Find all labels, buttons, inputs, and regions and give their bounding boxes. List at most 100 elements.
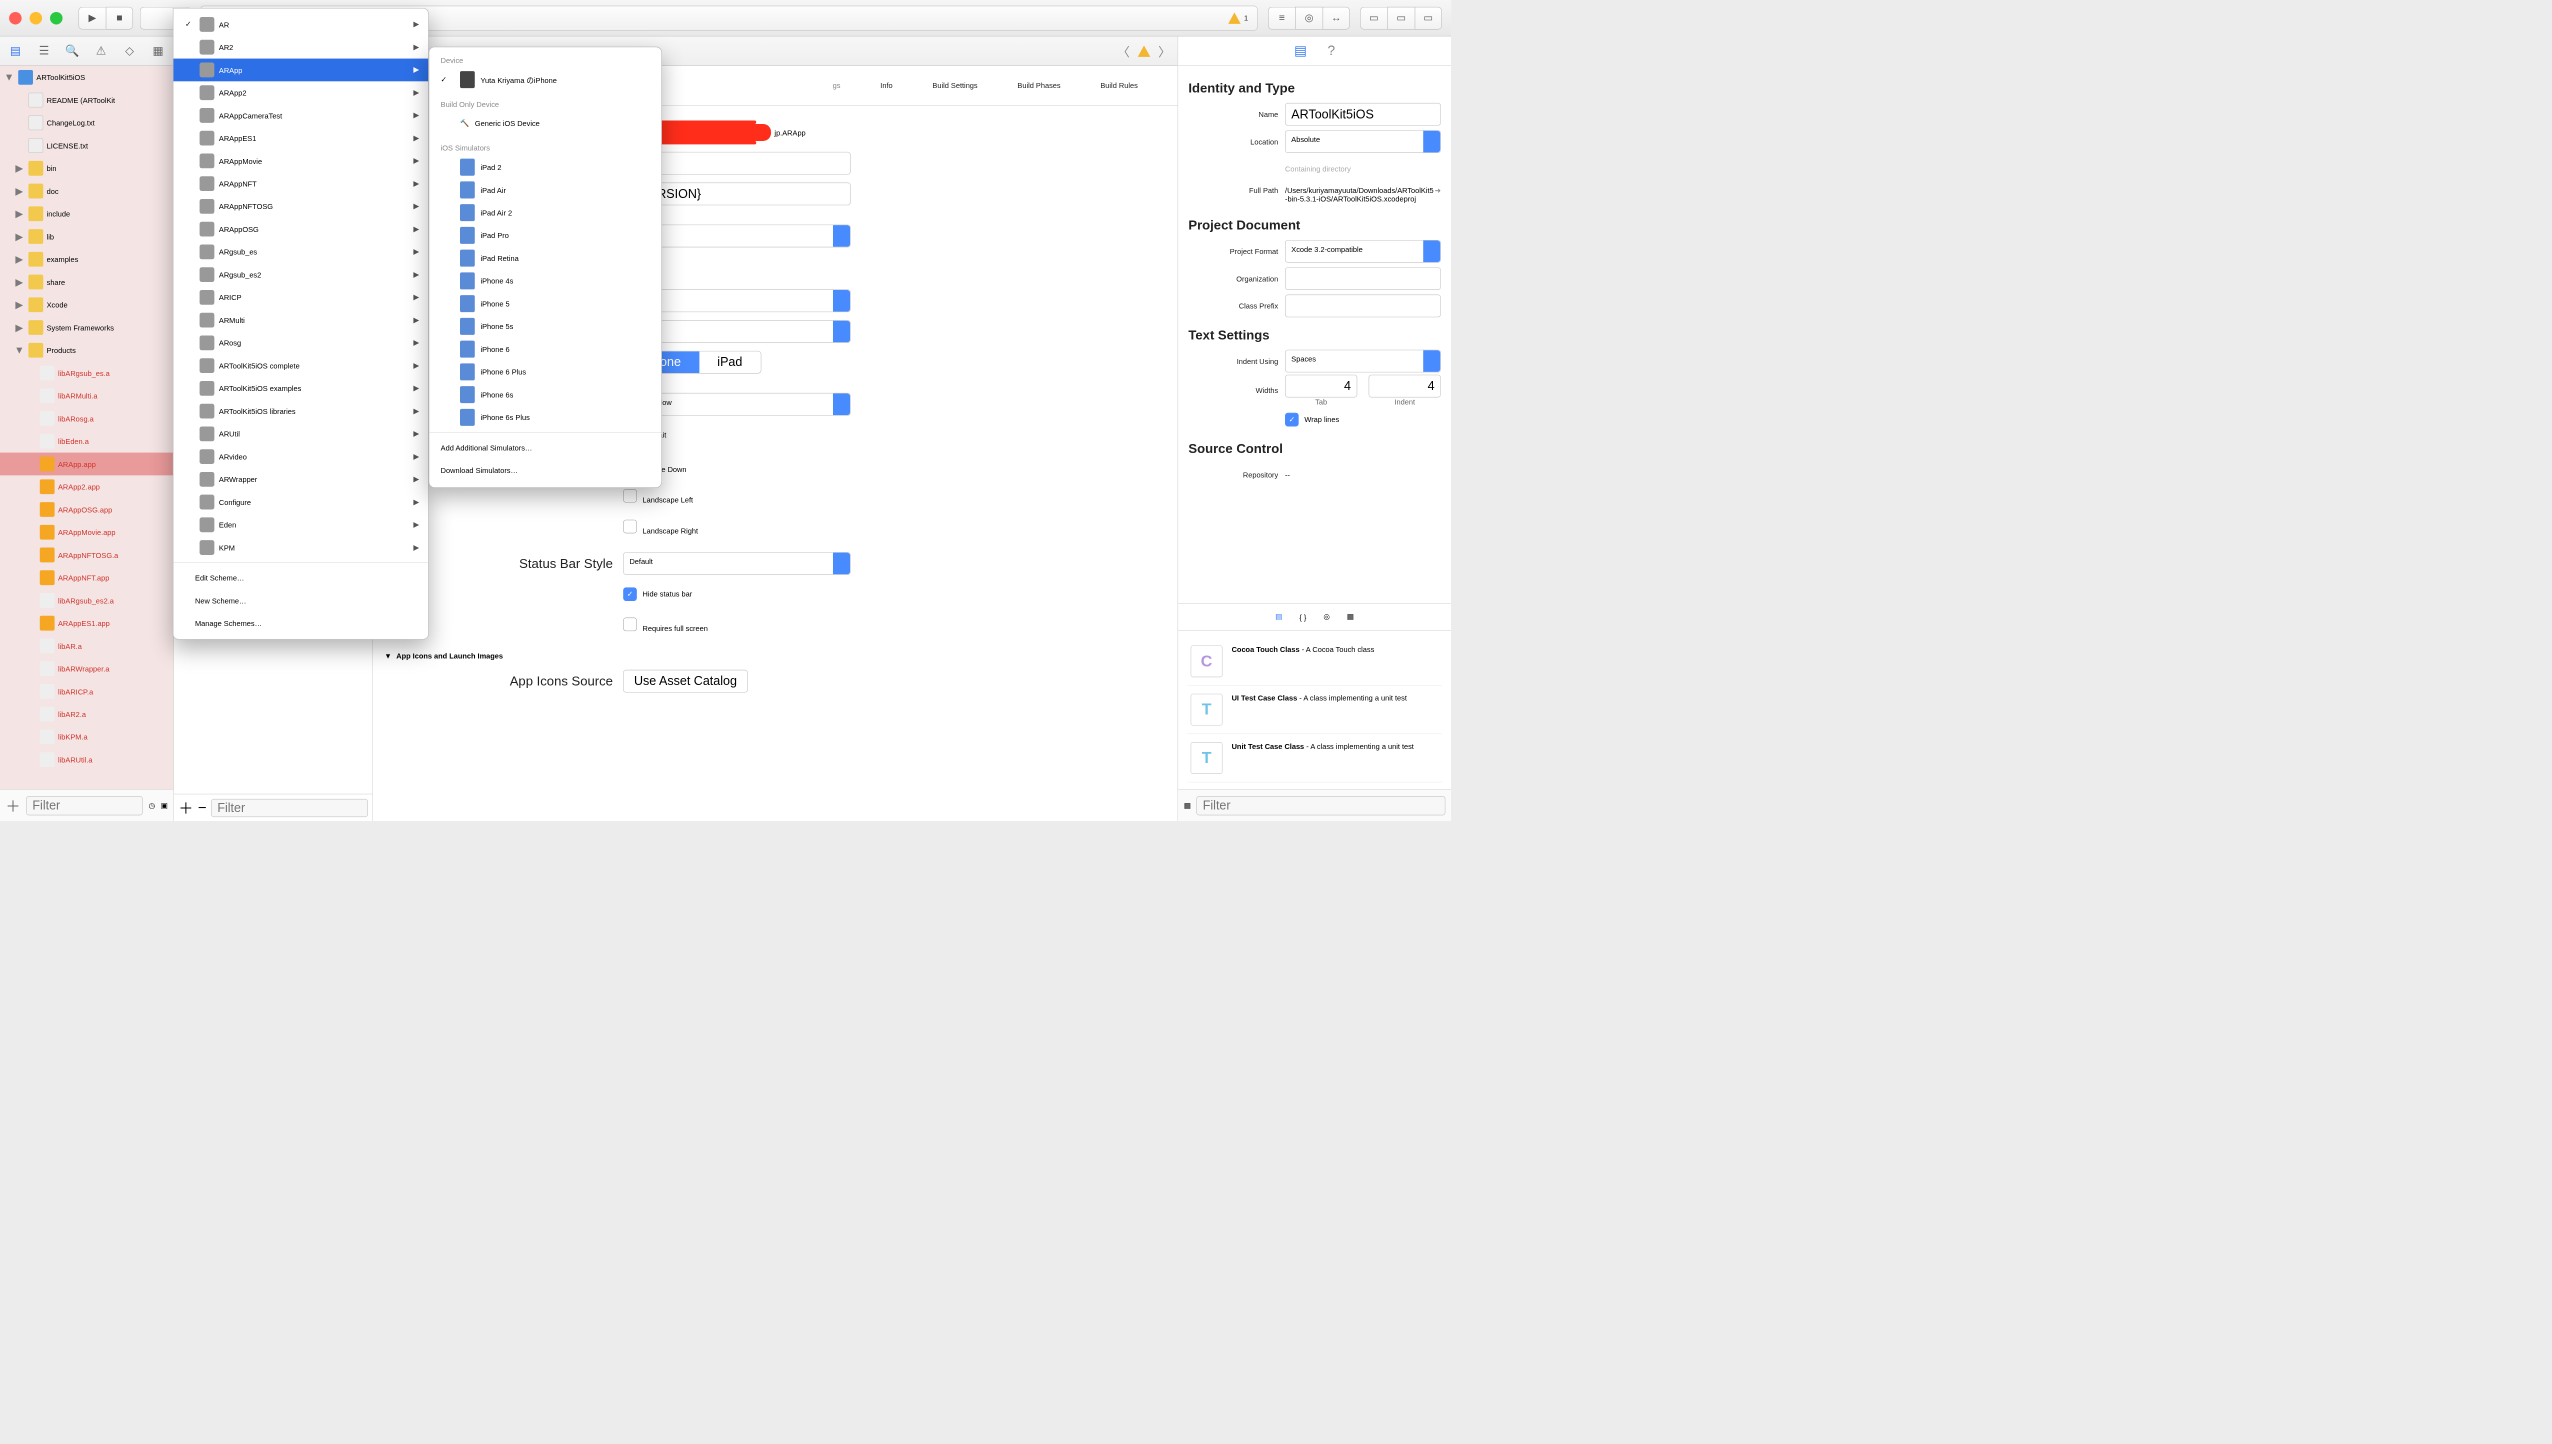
minimize-icon[interactable] <box>30 12 43 25</box>
test-navigator-icon[interactable]: ◇ <box>118 41 142 61</box>
simulator-item[interactable]: iPad 2 <box>429 156 661 179</box>
device-item[interactable]: ✓Yuta Kriyama のiPhone <box>429 68 661 91</box>
product-row[interactable]: ARAppNFTOSG.a <box>0 544 173 567</box>
scheme-item[interactable]: ARICP▶ <box>173 286 428 309</box>
scheme-item[interactable]: ARApp2▶ <box>173 81 428 104</box>
scheme-item[interactable]: AR2▶ <box>173 36 428 59</box>
warning-badge[interactable]: 1 <box>1228 12 1248 23</box>
clock-icon[interactable]: ◷ <box>149 801 155 810</box>
tab-info[interactable]: Info <box>880 81 892 90</box>
find-navigator-icon[interactable]: 🔍 <box>60 41 84 61</box>
product-row[interactable]: libAR.a <box>0 635 173 658</box>
simulator-item[interactable]: iPhone 6 <box>429 338 661 361</box>
media-library-icon[interactable]: ▦ <box>1347 612 1354 621</box>
scheme-item[interactable]: ✓AR▶ <box>173 13 428 36</box>
scheme-action[interactable]: New Scheme… <box>173 589 428 612</box>
folder-row[interactable]: ▶doc <box>0 180 173 203</box>
requires-fullscreen-checkbox[interactable] <box>623 617 637 631</box>
folder-row[interactable]: ▼Products <box>0 339 173 362</box>
folder-row[interactable]: ▶bin <box>0 157 173 180</box>
scheme-item[interactable]: Eden▶ <box>173 513 428 536</box>
device-item[interactable]: 🔨Generic iOS Device <box>429 112 661 135</box>
product-row[interactable]: libARUtil.a <box>0 748 173 771</box>
simulator-item[interactable]: iPhone 6s Plus <box>429 406 661 429</box>
tab-build-rules[interactable]: Build Rules <box>1100 81 1137 90</box>
scheme-item[interactable]: ARToolKit5iOS complete▶ <box>173 354 428 377</box>
quickhelp-inspector-icon[interactable]: ? <box>1327 43 1335 59</box>
warning-icon[interactable] <box>1138 45 1151 56</box>
scheme-item[interactable]: ARMulti▶ <box>173 309 428 332</box>
scheme-item[interactable]: KPM▶ <box>173 536 428 559</box>
assistant-editor-button[interactable]: ◎ <box>1295 7 1322 30</box>
simulator-item[interactable]: iPad Pro <box>429 224 661 247</box>
product-row[interactable]: libARWrapper.a <box>0 657 173 680</box>
scheme-item[interactable]: ARgsub_es▶ <box>173 241 428 264</box>
grid-view-icon[interactable]: ▦ <box>1184 801 1191 810</box>
scheme-item[interactable]: ARAppNFT▶ <box>173 172 428 195</box>
use-asset-catalog-button[interactable]: Use Asset Catalog <box>623 670 748 693</box>
scheme-item[interactable]: ARvideo▶ <box>173 445 428 468</box>
file-template-icon[interactable]: ▤ <box>1275 612 1282 621</box>
navigator-filter[interactable] <box>26 796 143 815</box>
add-simulators[interactable]: Add Additional Simulators… <box>429 436 661 459</box>
scheme-item[interactable]: ARAppNFTOSG▶ <box>173 195 428 218</box>
scheme-item[interactable]: ARApp▶ <box>173 59 428 82</box>
product-row[interactable]: ARApp2.app <box>0 475 173 498</box>
file-row[interactable]: README (ARToolKit <box>0 89 173 112</box>
remove-target-button[interactable]: − <box>198 799 207 817</box>
location-select[interactable]: Absolute <box>1285 130 1441 153</box>
jump-fwd-icon[interactable]: 〉 <box>1158 42 1171 60</box>
product-row[interactable]: libKPM.a <box>0 726 173 749</box>
library-item[interactable]: CCocoa Touch Class - A Cocoa Touch class <box>1187 637 1442 685</box>
scheme-item[interactable]: ARAppMovie▶ <box>173 150 428 173</box>
scheme-item[interactable]: ARToolKit5iOS examples▶ <box>173 377 428 400</box>
scheme-action[interactable]: Edit Scheme… <box>173 566 428 589</box>
symbol-navigator-icon[interactable]: ☰ <box>32 41 56 61</box>
folder-row[interactable]: ▶share <box>0 271 173 294</box>
version-editor-button[interactable]: ↔ <box>1323 7 1350 30</box>
download-simulators[interactable]: Download Simulators… <box>429 459 661 482</box>
product-row[interactable]: ARApp.app <box>0 453 173 476</box>
scheme-item[interactable]: ARosg▶ <box>173 331 428 354</box>
folder-row[interactable]: ▶examples <box>0 248 173 271</box>
add-target-button[interactable]: ＋ <box>179 797 194 818</box>
scheme-item[interactable]: ARUtil▶ <box>173 422 428 445</box>
landscape-right-checkbox[interactable] <box>623 519 637 533</box>
product-row[interactable]: libARosg.a <box>0 407 173 430</box>
toggle-inspector-button[interactable]: ▭ <box>1415 7 1442 30</box>
scheme-item[interactable]: ARAppCameraTest▶ <box>173 104 428 127</box>
statusbar-select[interactable]: Default <box>623 552 850 575</box>
issue-navigator-icon[interactable]: ⚠ <box>89 41 113 61</box>
file-row[interactable]: LICENSE.txt <box>0 134 173 157</box>
hide-statusbar-checkbox[interactable]: ✓ <box>623 587 637 601</box>
close-icon[interactable] <box>9 12 22 25</box>
standard-editor-button[interactable]: ≡ <box>1268 7 1295 30</box>
tab-build-settings[interactable]: Build Settings <box>932 81 977 90</box>
folder-row[interactable]: ▶include <box>0 202 173 225</box>
project-navigator-icon[interactable]: ▤ <box>3 41 27 61</box>
product-row[interactable]: libAR2.a <box>0 703 173 726</box>
library-item[interactable]: TUnit Test Case Class - A class implemen… <box>1187 734 1442 782</box>
object-library-icon[interactable]: ◎ <box>1323 612 1329 621</box>
scheme-item[interactable]: ARAppES1▶ <box>173 127 428 150</box>
product-row[interactable]: libARgsub_es.a <box>0 362 173 385</box>
scheme-item[interactable]: ARgsub_es2▶ <box>173 263 428 286</box>
identity-name-field[interactable] <box>1285 103 1441 126</box>
landscape-left-checkbox[interactable] <box>623 489 637 503</box>
scm-icon[interactable]: ▣ <box>161 801 168 810</box>
product-row[interactable]: libEden.a <box>0 430 173 453</box>
scheme-action[interactable]: Manage Schemes… <box>173 612 428 635</box>
simulator-item[interactable]: iPad Air <box>429 179 661 202</box>
tab-width-field[interactable] <box>1285 375 1357 398</box>
product-row[interactable]: ARAppES1.app <box>0 612 173 635</box>
product-row[interactable]: libARgsub_es2.a <box>0 589 173 612</box>
zoom-icon[interactable] <box>50 12 63 25</box>
class-prefix-field[interactable] <box>1285 295 1441 318</box>
folder-row[interactable]: ▶System Frameworks <box>0 316 173 339</box>
simulator-item[interactable]: iPhone 5 <box>429 292 661 315</box>
scheme-item[interactable]: ARAppOSG▶ <box>173 218 428 241</box>
stop-button[interactable]: ■ <box>106 7 133 30</box>
file-inspector-icon[interactable]: ▤ <box>1294 43 1307 59</box>
product-row[interactable]: ARAppNFT.app <box>0 566 173 589</box>
wrap-lines-checkbox[interactable]: ✓ <box>1285 413 1299 427</box>
